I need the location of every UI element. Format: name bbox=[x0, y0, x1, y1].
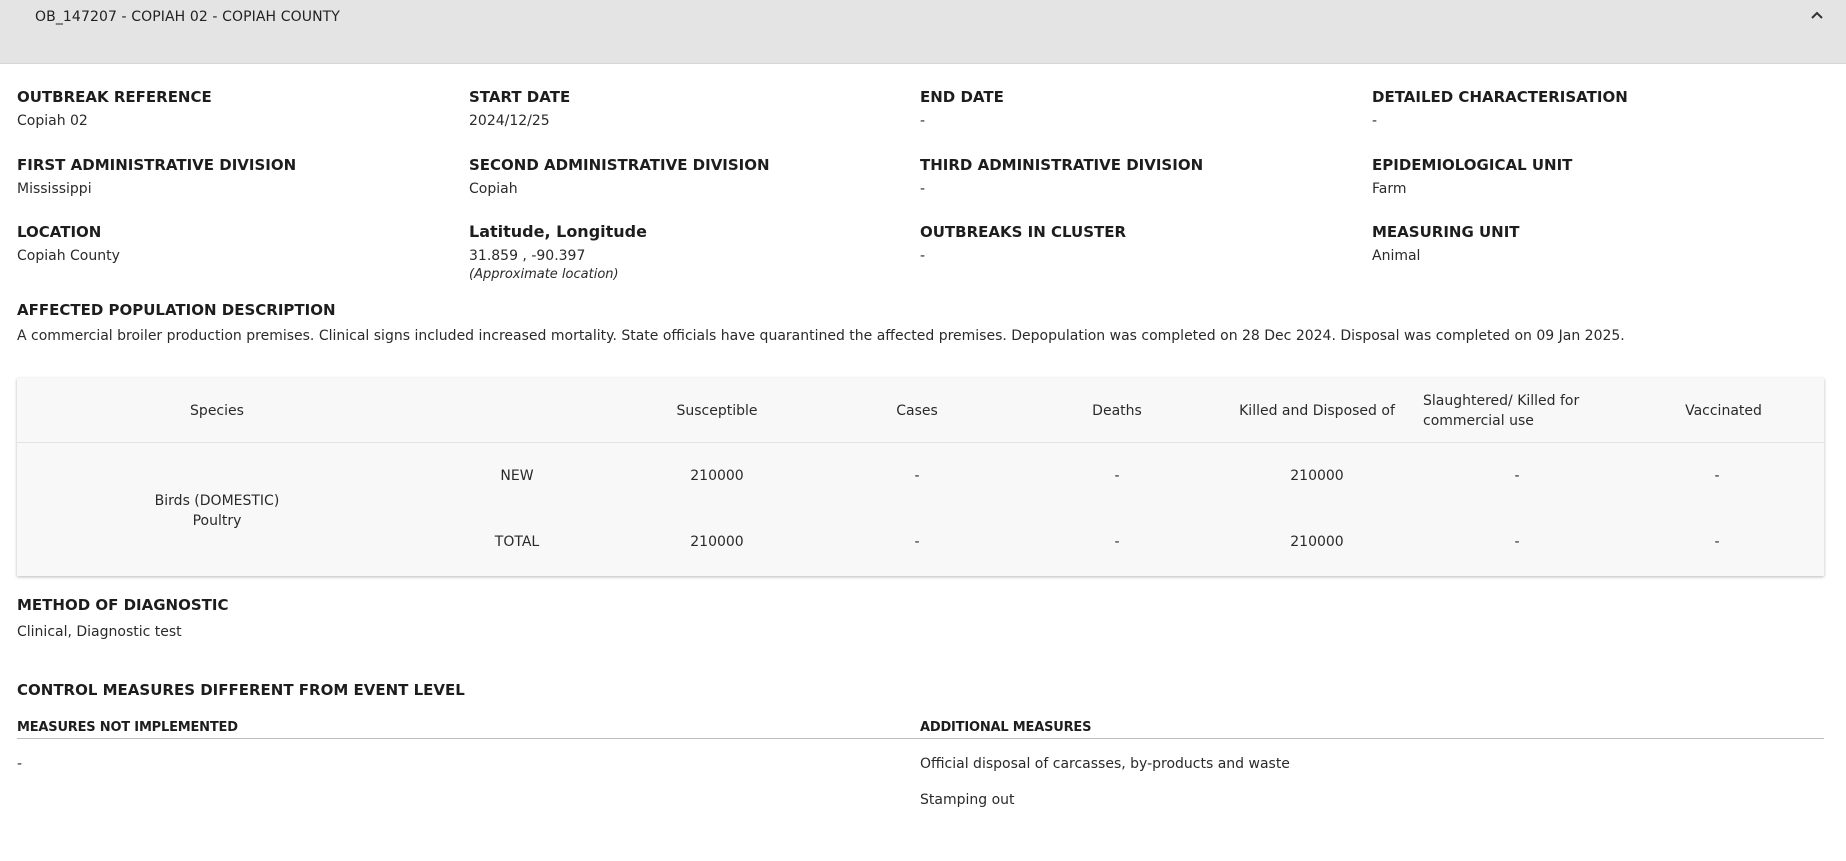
col-header-susceptible: Susceptible bbox=[676, 402, 758, 419]
field-label: EPIDEMIOLOGICAL UNIT bbox=[1372, 156, 1573, 174]
end-date-field: END DATE - bbox=[920, 88, 1004, 129]
outbreaks-in-cluster-field: OUTBREAKS IN CLUSTER - bbox=[920, 223, 1126, 264]
table-header-row: Species Susceptible Cases Deaths Killed … bbox=[17, 378, 1824, 443]
measures-divider bbox=[17, 738, 1824, 739]
field-value: 2024/12/25 bbox=[469, 113, 550, 129]
diagnostic-value: Clinical, Diagnostic test bbox=[17, 624, 182, 640]
cell-susceptible: 210000 bbox=[690, 534, 744, 550]
outbreak-title: OB_147207 - COPIAH 02 - COPIAH COUNTY bbox=[35, 9, 340, 25]
measures-not-implemented-label: MEASURES NOT IMPLEMENTED bbox=[17, 720, 238, 735]
not-implemented-item: - bbox=[17, 756, 23, 772]
row-type-new: NEW bbox=[500, 468, 534, 484]
cell-killed: 210000 bbox=[1290, 468, 1344, 484]
field-value: - bbox=[920, 113, 926, 129]
epidemiological-unit-field: EPIDEMIOLOGICAL UNIT Farm bbox=[1372, 156, 1572, 197]
chevron-up-icon bbox=[1811, 11, 1823, 19]
additional-measure-item: Stamping out bbox=[920, 792, 1015, 808]
field-label: THIRD ADMINISTRATIVE DIVISION bbox=[920, 156, 1204, 174]
field-value: Copiah bbox=[469, 181, 518, 197]
field-label: Latitude, Longitude bbox=[469, 222, 647, 241]
cell-slaughtered: - bbox=[1514, 468, 1520, 484]
approximate-location-note: (Approximate location) bbox=[469, 267, 619, 282]
affected-population-label: AFFECTED POPULATION DESCRIPTION bbox=[17, 301, 336, 319]
field-label: DETAILED CHARACTERISATION bbox=[1372, 88, 1628, 106]
lat-long-field: Latitude, Longitude 31.859 , -90.397 (Ap… bbox=[469, 222, 647, 282]
field-label: OUTBREAKS IN CLUSTER bbox=[920, 223, 1127, 241]
first-admin-division-field: FIRST ADMINISTRATIVE DIVISION Mississipp… bbox=[17, 156, 296, 197]
cell-vaccinated: - bbox=[1714, 534, 1720, 550]
detailed-characterisation-field: DETAILED CHARACTERISATION - bbox=[1372, 88, 1628, 129]
field-value: Animal bbox=[1372, 248, 1421, 264]
species-type: Poultry bbox=[192, 513, 242, 529]
field-label: FIRST ADMINISTRATIVE DIVISION bbox=[17, 156, 297, 174]
col-header-vaccinated: Vaccinated bbox=[1685, 402, 1762, 419]
field-label: SECOND ADMINISTRATIVE DIVISION bbox=[469, 156, 770, 174]
additional-measure-item: Official disposal of carcasses, by-produ… bbox=[920, 756, 1290, 772]
measuring-unit-field: MEASURING UNIT Animal bbox=[1372, 223, 1520, 264]
third-admin-division-field: THIRD ADMINISTRATIVE DIVISION - bbox=[920, 156, 1203, 197]
col-header-species: Species bbox=[190, 402, 244, 419]
col-header-cases: Cases bbox=[896, 402, 938, 419]
cell-cases: - bbox=[914, 534, 920, 550]
cell-deaths: - bbox=[1114, 468, 1120, 484]
field-value: - bbox=[1372, 113, 1378, 129]
field-value: Copiah County bbox=[17, 248, 120, 264]
cell-killed: 210000 bbox=[1290, 534, 1344, 550]
field-value: Farm bbox=[1372, 181, 1407, 197]
field-value: 31.859 , -90.397 bbox=[469, 248, 586, 264]
cell-deaths: - bbox=[1114, 534, 1120, 550]
cell-susceptible: 210000 bbox=[690, 468, 744, 484]
field-value: - bbox=[920, 181, 926, 197]
cell-cases: - bbox=[914, 468, 920, 484]
field-label: OUTBREAK REFERENCE bbox=[17, 88, 212, 106]
field-label: START DATE bbox=[469, 88, 571, 106]
col-header-deaths: Deaths bbox=[1092, 402, 1142, 419]
affected-population-text: A commercial broiler production premises… bbox=[17, 328, 1625, 344]
second-admin-division-field: SECOND ADMINISTRATIVE DIVISION Copiah bbox=[469, 156, 770, 197]
start-date-field: START DATE 2024/12/25 bbox=[469, 88, 570, 129]
cell-slaughtered: - bbox=[1514, 534, 1520, 550]
control-measures-title: CONTROL MEASURES DIFFERENT FROM EVENT LE… bbox=[17, 681, 465, 699]
species-table: Species Susceptible Cases Deaths Killed … bbox=[17, 378, 1824, 576]
species-name: Birds (DOMESTIC) bbox=[154, 493, 280, 509]
col-header-slaughtered: Slaughtered/ Killed for commercial use bbox=[1423, 392, 1580, 429]
field-label: END DATE bbox=[920, 88, 1004, 106]
field-value: - bbox=[920, 248, 926, 264]
field-label: MEASURING UNIT bbox=[1372, 223, 1520, 241]
col-header-killed: Killed and Disposed of bbox=[1239, 402, 1395, 419]
cell-vaccinated: - bbox=[1714, 468, 1720, 484]
diagnostic-label: METHOD OF DIAGNOSTIC bbox=[17, 596, 229, 614]
outbreak-header[interactable]: OB_147207 - COPIAH 02 - COPIAH COUNTY bbox=[0, 0, 1846, 64]
species-cell: Birds (DOMESTIC) Poultry bbox=[17, 491, 417, 531]
field-value: Mississippi bbox=[17, 181, 92, 197]
row-type-total: TOTAL bbox=[494, 534, 540, 550]
additional-measures-label: ADDITIONAL MEASURES bbox=[920, 720, 1092, 735]
location-field: LOCATION Copiah County bbox=[17, 223, 120, 264]
collapse-button[interactable] bbox=[1806, 4, 1828, 26]
field-value: Copiah 02 bbox=[17, 113, 88, 129]
field-label: LOCATION bbox=[17, 223, 102, 241]
outbreak-reference-field: OUTBREAK REFERENCE Copiah 02 bbox=[17, 88, 212, 129]
